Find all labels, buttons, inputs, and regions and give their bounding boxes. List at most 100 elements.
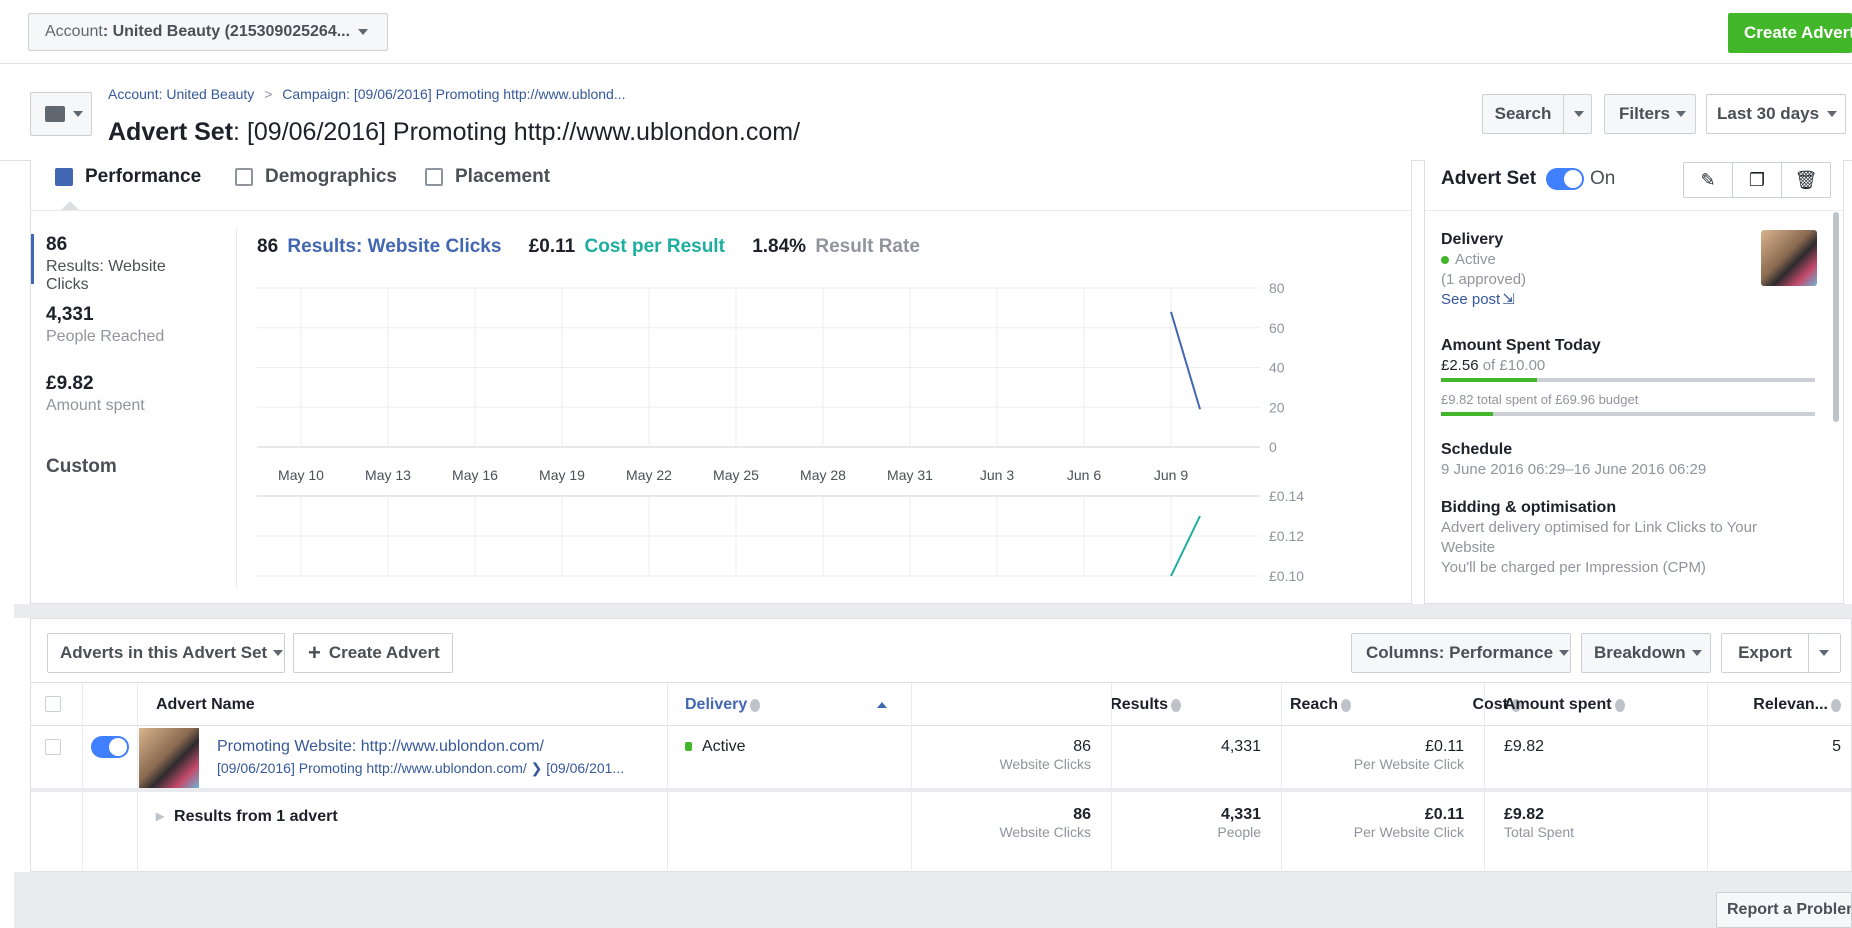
delivery-value: Active bbox=[702, 738, 746, 755]
summary-amount: £9.82 Total Spent bbox=[1504, 806, 1574, 840]
export-label: Export bbox=[1738, 643, 1792, 662]
results-sub: Website Clicks bbox=[999, 756, 1091, 772]
select-all-checkbox[interactable] bbox=[45, 696, 61, 712]
summary-results-sub: Website Clicks bbox=[999, 824, 1091, 840]
see-post-link[interactable]: See post ⇲ bbox=[1441, 290, 1526, 310]
advert-toggle[interactable] bbox=[91, 736, 129, 758]
col-delivery[interactable]: Delivery bbox=[685, 683, 761, 727]
footer-band bbox=[14, 872, 1852, 928]
results-value: 86 bbox=[1073, 738, 1091, 755]
y-tick-label: £0.12 bbox=[1269, 528, 1304, 544]
y-tick-label: 60 bbox=[1269, 320, 1285, 336]
advert-name-sub[interactable]: [09/06/2016] Promoting http://www.ublond… bbox=[217, 760, 624, 777]
summary-row: ▸ Results from 1 advert 86 Website Clicks … bbox=[31, 792, 1851, 872]
advert-set-panel: Advert Set On ✎ ❐ 🗑 Delivery Active (1 a… bbox=[1424, 160, 1844, 604]
edit-icon[interactable]: ✎ bbox=[1684, 163, 1733, 197]
summary-label-text: Results from 1 advert bbox=[174, 808, 338, 825]
x-tick-label: Jun 9 bbox=[1154, 467, 1188, 483]
relevance-cell: 5 bbox=[1832, 738, 1841, 755]
bidding-section: Bidding & optimisation Advert delivery o… bbox=[1441, 498, 1811, 578]
panel-scrollbar[interactable] bbox=[1833, 212, 1839, 422]
col-amount-spent[interactable]: Amount spent bbox=[1504, 683, 1625, 727]
summary-reach-sub: People bbox=[1217, 824, 1261, 840]
status-dot-icon bbox=[1441, 256, 1449, 264]
export-dropdown-icon[interactable] bbox=[1819, 650, 1829, 656]
col-reach-label: Reach bbox=[1289, 696, 1338, 713]
columns-dropdown[interactable]: Columns: Performance bbox=[1351, 633, 1571, 673]
duplicate-icon[interactable]: ❐ bbox=[1733, 163, 1782, 197]
delivery-status: Active bbox=[1455, 251, 1496, 268]
series-line-results bbox=[1170, 311, 1201, 410]
col-results-label: Results bbox=[1110, 696, 1168, 713]
y-tick-label: 80 bbox=[1269, 280, 1285, 296]
col-results[interactable]: Results bbox=[1011, 683, 1181, 727]
cost-sub: Per Website Click bbox=[1353, 756, 1464, 772]
results-cell: 86 Website Clicks bbox=[911, 738, 1111, 772]
summary-cost: £0.11 Per Website Click bbox=[1281, 806, 1484, 840]
section-gap bbox=[14, 604, 1852, 618]
create-advert-button[interactable]: + Create Advert bbox=[293, 633, 453, 673]
col-advert-name[interactable]: Advert Name bbox=[156, 683, 255, 727]
table-row[interactable]: Promoting Website: http://www.ublondon.c… bbox=[31, 726, 1851, 792]
total-budget-fill bbox=[1441, 412, 1494, 416]
panel-divider bbox=[1425, 210, 1843, 211]
panel-actions: ✎ ❐ 🗑 bbox=[1683, 162, 1831, 198]
x-tick-label: May 25 bbox=[713, 467, 759, 483]
y-tick-label: £0.14 bbox=[1269, 488, 1304, 504]
breakdown-dropdown[interactable]: Breakdown bbox=[1581, 633, 1711, 673]
advert-name-link[interactable]: Promoting Website: http://www.ublondon.c… bbox=[217, 738, 544, 756]
advert-set-toggle[interactable] bbox=[1546, 168, 1585, 190]
delivery-section: Delivery Active (1 approved) See post ⇲ bbox=[1441, 230, 1526, 310]
x-tick-label: May 22 bbox=[626, 467, 672, 483]
x-tick-label: May 31 bbox=[887, 467, 933, 483]
external-link-icon: ⇲ bbox=[1502, 291, 1515, 308]
col-cost-label: Cost bbox=[1472, 696, 1508, 713]
y-tick-label: 0 bbox=[1269, 439, 1277, 455]
delete-icon[interactable]: 🗑 bbox=[1782, 163, 1830, 197]
table-header: Advert Name Delivery Results Reach Cost … bbox=[31, 682, 1851, 726]
bidding-title: Bidding & optimisation bbox=[1441, 499, 1617, 516]
amount-section: Amount Spent Today £2.56 of £10.00 £9.82… bbox=[1441, 336, 1815, 416]
col-amount-label: Amount spent bbox=[1504, 696, 1612, 713]
chevron-down-icon bbox=[273, 650, 284, 656]
col-cost[interactable]: Cost bbox=[1351, 683, 1521, 727]
summary-label[interactable]: ▸ Results from 1 advert bbox=[156, 806, 338, 826]
amount-of: of £10.00 bbox=[1478, 357, 1546, 374]
summary-amount-value: £9.82 bbox=[1504, 806, 1545, 823]
columns-label: Columns: Performance bbox=[1366, 643, 1554, 662]
delivery-cell: Active bbox=[685, 738, 746, 756]
col-relevance-label: Relevan... bbox=[1753, 696, 1828, 713]
bidding-charge: You'll be charged per Impression (CPM) bbox=[1441, 559, 1706, 576]
breakdown-label: Breakdown bbox=[1594, 643, 1686, 662]
schedule-section: Schedule 9 June 2016 06:29–16 June 2016 … bbox=[1441, 440, 1706, 480]
series-line-cost bbox=[1170, 515, 1201, 577]
report-problem-button[interactable]: Report a Problem bbox=[1716, 892, 1852, 928]
create-advert-label: Create Advert bbox=[328, 643, 440, 662]
expand-icon: ▸ bbox=[156, 808, 165, 825]
delivery-title: Delivery bbox=[1441, 231, 1504, 248]
reach-value: 4,331 bbox=[1220, 738, 1261, 755]
advert-set-header: Advert Set On bbox=[1441, 168, 1615, 190]
total-budget-bar bbox=[1441, 412, 1815, 416]
x-tick-label: Jun 6 bbox=[1067, 467, 1101, 483]
export-button[interactable]: Export bbox=[1721, 633, 1841, 673]
amount-today-fill bbox=[1441, 378, 1537, 382]
delivery-status-row: Active bbox=[1441, 250, 1526, 270]
info-icon bbox=[1614, 698, 1625, 712]
info-icon bbox=[1171, 698, 1181, 712]
status-dot-icon bbox=[685, 742, 692, 751]
schedule-text: 9 June 2016 06:29–16 June 2016 06:29 bbox=[1441, 461, 1707, 478]
chevron-down-icon bbox=[1559, 650, 1570, 656]
advert-set-status: On bbox=[1590, 168, 1616, 189]
summary-reach: 4,331 People bbox=[1111, 806, 1281, 840]
summary-cost-sub: Per Website Click bbox=[1353, 824, 1464, 840]
col-reach[interactable]: Reach bbox=[1181, 683, 1351, 727]
col-delivery-label: Delivery bbox=[685, 696, 748, 713]
x-tick-label: Jun 3 bbox=[980, 467, 1014, 483]
adverts-dropdown[interactable]: Adverts in this Advert Set bbox=[47, 633, 285, 673]
x-tick-label: May 10 bbox=[278, 467, 324, 483]
col-relevance[interactable]: Relevan... bbox=[1711, 683, 1841, 727]
advert-thumbnail bbox=[1761, 230, 1817, 286]
x-tick-label: May 28 bbox=[800, 467, 846, 483]
row-checkbox[interactable] bbox=[45, 739, 61, 755]
